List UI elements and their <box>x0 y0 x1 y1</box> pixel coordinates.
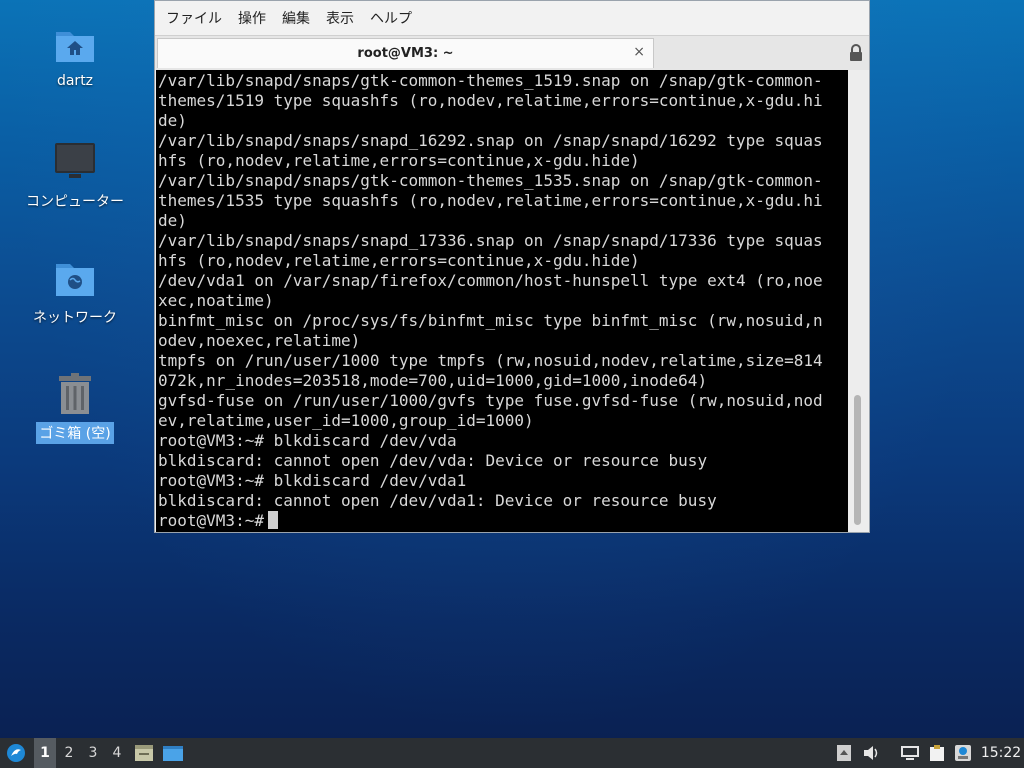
tab-terminal[interactable]: root@VM3: ~ × <box>157 38 654 68</box>
update-notifier-icon[interactable] <box>952 738 974 768</box>
workspace-4[interactable]: 4 <box>106 738 128 768</box>
text-cursor <box>267 511 278 529</box>
terminal-line: /var/lib/snapd/snaps/gtk-common-themes_1… <box>158 71 823 90</box>
terminal-line: hfs (ro,nodev,relatime,errors=continue,x… <box>158 251 640 270</box>
app-menu-button[interactable] <box>4 738 28 768</box>
terminal-line: binfmt_misc on /proc/sys/fs/binfmt_misc … <box>158 311 823 330</box>
tab-bar: root@VM3: ~ × <box>155 35 869 70</box>
menu-file[interactable]: ファイル <box>159 4 229 32</box>
close-icon[interactable]: × <box>633 44 645 60</box>
terminal-line: blkdiscard: cannot open /dev/vda1: Devic… <box>158 491 717 510</box>
terminal-line: 072k,nr_inodes=203518,mode=700,uid=1000,… <box>158 371 708 390</box>
terminal-line: themes/1519 type squashfs (ro,nodev,rela… <box>158 91 823 110</box>
desktop-icon-trash[interactable]: ゴミ箱 (空) <box>20 372 130 444</box>
terminal-line: themes/1535 type squashfs (ro,nodev,rela… <box>158 191 823 210</box>
clock[interactable]: 15:22 <box>980 738 1022 768</box>
terminal-line: ev,relatime,user_id=1000,group_id=1000) <box>158 411 534 430</box>
network-folder-icon <box>53 256 97 300</box>
terminal-output[interactable]: /var/lib/snapd/snaps/gtk-common-themes_1… <box>156 70 848 532</box>
menu-view[interactable]: 表示 <box>319 4 361 32</box>
desktop-icon-label: ネットワーク <box>33 310 117 326</box>
terminal-taskbar-button[interactable] <box>160 738 186 768</box>
terminal-line: de) <box>158 111 187 130</box>
terminal-line: gvfsd-fuse on /run/user/1000/gvfs type f… <box>158 391 823 410</box>
terminal-line: /var/lib/snapd/snaps/snapd_17336.snap on… <box>158 231 823 250</box>
terminal-line: odev,noexec,relatime) <box>158 331 361 350</box>
network-icon[interactable] <box>898 738 922 768</box>
desktop-icon-network[interactable]: ネットワーク <box>20 256 130 328</box>
menu-help[interactable]: ヘルプ <box>363 4 419 32</box>
terminal-line: root@VM3:~# blkdiscard /dev/vda1 <box>158 471 467 490</box>
desktop-icon <box>135 745 153 761</box>
menu-bar: ファイル 操作 編集 表示 ヘルプ <box>155 1 869 35</box>
menu-edit[interactable]: 編集 <box>275 4 317 32</box>
tray-up-arrow-icon[interactable] <box>834 738 854 768</box>
terminal-line: blkdiscard: cannot open /dev/vda: Device… <box>158 451 708 470</box>
terminal-line: de) <box>158 211 187 230</box>
show-desktop-button[interactable] <box>132 738 156 768</box>
window-icon <box>163 746 183 761</box>
scrollbar-thumb[interactable] <box>854 395 861 525</box>
clipboard-icon[interactable] <box>926 738 948 768</box>
terminal-prompt: root@VM3:~# <box>158 511 264 530</box>
taskbar: 1 2 3 4 15:22 <box>0 738 1024 768</box>
tab-title: root@VM3: ~ <box>357 46 454 61</box>
menu-actions[interactable]: 操作 <box>231 4 273 32</box>
home-folder-icon <box>53 22 97 66</box>
desktop-icon-home[interactable]: dartz <box>20 22 130 90</box>
terminal-line: /dev/vda1 on /var/snap/firefox/common/ho… <box>158 271 823 290</box>
terminal-line: tmpfs on /run/user/1000 type tmpfs (rw,n… <box>158 351 823 370</box>
workspace-2[interactable]: 2 <box>58 738 80 768</box>
lubuntu-logo-icon <box>7 744 25 762</box>
trash-icon <box>53 372 97 416</box>
terminal-line: /var/lib/snapd/snaps/gtk-common-themes_1… <box>158 171 823 190</box>
terminal-line: hfs (ro,nodev,relatime,errors=continue,x… <box>158 151 640 170</box>
workspace-1[interactable]: 1 <box>34 738 56 768</box>
terminal-line: /var/lib/snapd/snaps/snapd_16292.snap on… <box>158 131 823 150</box>
lock-icon[interactable] <box>849 44 863 62</box>
terminal-window: ファイル 操作 編集 表示 ヘルプ root@VM3: ~ × /var/lib… <box>154 0 870 533</box>
terminal-line: root@VM3:~# blkdiscard /dev/vda <box>158 431 457 450</box>
computer-monitor-icon <box>53 140 97 184</box>
desktop-icon-label: コンピューター <box>26 194 124 210</box>
scrollbar[interactable] <box>848 70 868 532</box>
volume-icon[interactable] <box>860 738 884 768</box>
terminal-prompt-line[interactable]: root@VM3:~# <box>158 511 848 531</box>
desktop-icon-label: dartz <box>56 73 94 89</box>
desktop-icon-label: ゴミ箱 (空) <box>36 422 114 444</box>
terminal-line: xec,noatime) <box>158 291 274 310</box>
desktop-icon-computer[interactable]: コンピューター <box>20 140 130 212</box>
workspace-3[interactable]: 3 <box>82 738 104 768</box>
